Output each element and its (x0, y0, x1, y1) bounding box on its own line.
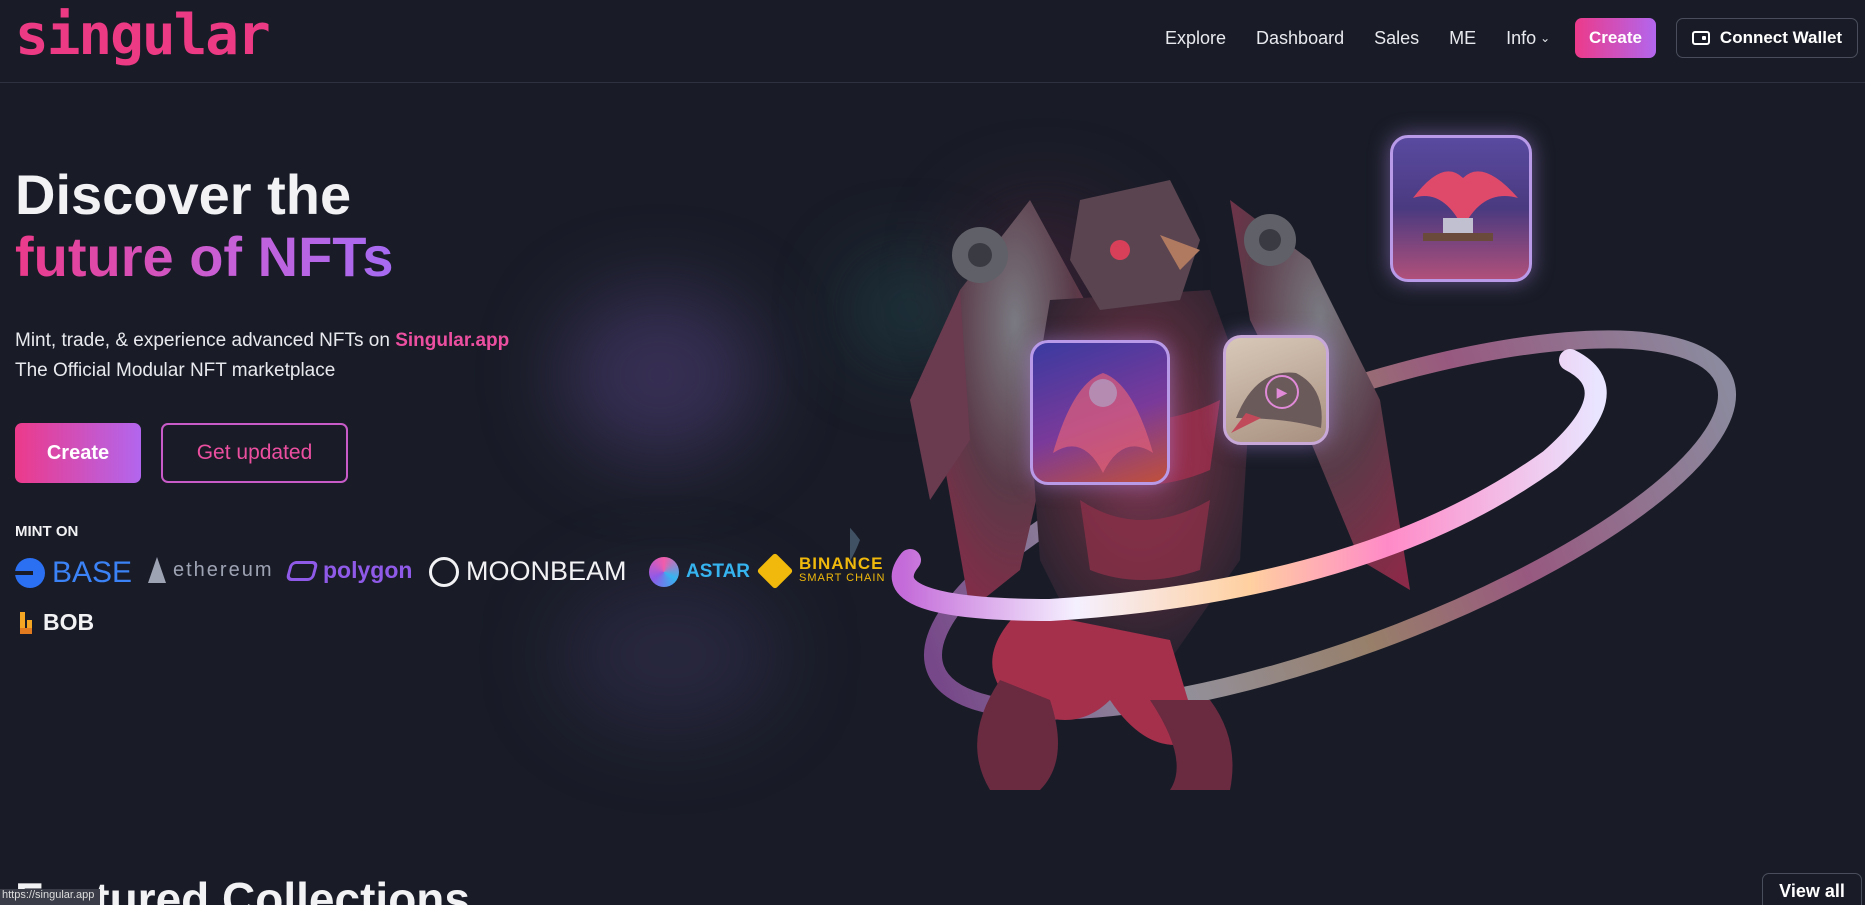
hero-title-line2: future of NFTs (15, 225, 394, 288)
chain-base-label: BASE (52, 556, 133, 589)
nav-sales[interactable]: Sales (1374, 28, 1419, 49)
chain-bob-label: BOB (43, 609, 95, 635)
wallet-icon (1691, 31, 1710, 45)
nav-dashboard[interactable]: Dashboard (1256, 28, 1344, 49)
background-glow (560, 290, 760, 460)
chain-ethereum-label: ethereum (173, 558, 274, 581)
hero-subtitle-line2: The Official Modular NFT marketplace (15, 360, 336, 381)
phoenix-art-thumbnail (1053, 373, 1153, 473)
hero-title-line1: Discover the (15, 163, 352, 226)
singular-app-link[interactable]: Singular.app (395, 330, 509, 351)
nav-info-label: Info (1506, 27, 1537, 48)
bob-icon (20, 611, 36, 634)
nft-card-cyber-desk[interactable] (1390, 135, 1532, 282)
status-bar-url: https://singular.app (0, 889, 100, 905)
nft-card-bird-video[interactable]: ▶ (1223, 335, 1329, 445)
nft-card-phoenix[interactable] (1030, 340, 1170, 485)
mecha-bird-illustration (678, 180, 1736, 790)
play-icon[interactable]: ▶ (1265, 375, 1299, 409)
top-navbar: singular Explore Dashboard Sales ME Info… (0, 0, 1865, 83)
chain-polygon[interactable]: polygon (285, 557, 413, 584)
chain-base[interactable]: BASE (15, 556, 132, 590)
get-updated-button[interactable]: Get updated (161, 423, 348, 483)
connect-wallet-button[interactable]: Connect Wallet (1676, 18, 1858, 58)
binance-icon (756, 552, 794, 590)
chain-ethereum[interactable]: ethereum (148, 557, 274, 583)
background-glow (560, 580, 780, 730)
chain-astar[interactable]: ASTAR (649, 557, 750, 587)
chain-astar-label: ASTAR (686, 561, 751, 582)
moonbeam-icon (429, 556, 459, 587)
nav-explore[interactable]: Explore (1165, 28, 1226, 49)
hero-create-button[interactable]: Create (15, 423, 141, 483)
view-all-button[interactable]: View all (1762, 873, 1862, 905)
hero-artwork: ▶ (678, 135, 1860, 820)
polygon-icon (285, 560, 319, 581)
ethereum-icon (148, 557, 166, 583)
cyber-desk-art-thumbnail (1413, 171, 1518, 241)
hero-subtitle-text: Mint, trade, & experience advanced NFTs … (15, 330, 396, 351)
chain-bob[interactable]: BOB (20, 609, 94, 636)
main-nav: Explore Dashboard Sales ME Info ⌄ (1165, 0, 1580, 76)
hero-title: Discover the future of NFTs (15, 164, 393, 288)
nav-info[interactable]: Info ⌄ (1506, 28, 1550, 49)
chain-polygon-label: polygon (323, 557, 413, 583)
base-icon (15, 558, 45, 588)
hero-subtitle: Mint, trade, & experience advanced NFTs … (15, 326, 509, 386)
chevron-down-icon: ⌄ (1540, 31, 1551, 45)
chain-moonbeam-label: MOONBEAM (466, 556, 627, 586)
mint-on-label: MINT ON (15, 523, 79, 540)
astar-icon (649, 557, 679, 587)
nav-me[interactable]: ME (1449, 28, 1476, 49)
header-create-button[interactable]: Create (1575, 18, 1656, 58)
singular-logo[interactable]: singular (15, 6, 271, 66)
chain-moonbeam[interactable]: MOONBEAM (429, 556, 627, 587)
connect-wallet-label: Connect Wallet (1719, 28, 1843, 47)
